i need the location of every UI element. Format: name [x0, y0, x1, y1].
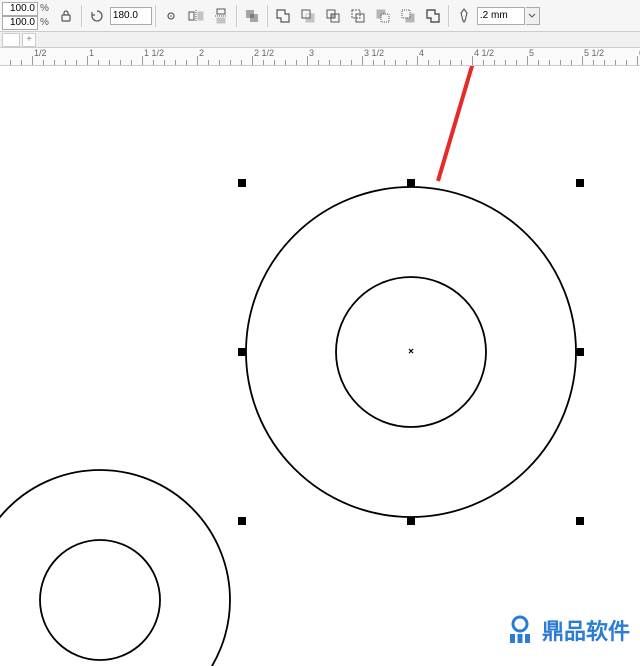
selection-handle[interactable] — [576, 517, 584, 525]
selection-handle[interactable] — [576, 179, 584, 187]
watermark-text: 鼎品软件 — [542, 614, 630, 646]
stroke-width-dropdown[interactable] — [526, 7, 540, 25]
stroke-width-input[interactable] — [477, 7, 525, 25]
separator — [81, 5, 82, 27]
scale-y-input[interactable] — [2, 16, 38, 30]
separator — [155, 5, 156, 27]
separator — [267, 5, 268, 27]
mirror-vertical-icon — [214, 8, 228, 24]
simplify-icon — [350, 8, 366, 24]
mirror-horizontal-icon — [188, 9, 204, 23]
outline-pen-button[interactable] — [452, 4, 476, 28]
scale-inputs — [2, 2, 38, 30]
simplify-button[interactable] — [346, 4, 370, 28]
rotation-input[interactable] — [110, 7, 152, 25]
ring2-outer[interactable] — [0, 470, 230, 666]
selection-handle[interactable] — [407, 517, 415, 525]
intersect-icon — [325, 8, 341, 24]
tab-current[interactable] — [2, 33, 20, 47]
percent-label-y: % — [40, 16, 49, 30]
front-minus-back-icon — [375, 8, 391, 24]
scale-x-input[interactable] — [2, 2, 38, 16]
selection-handle[interactable] — [238, 517, 246, 525]
trim-button[interactable] — [296, 4, 320, 28]
canvas-svg — [0, 66, 640, 666]
selection-handle[interactable] — [576, 348, 584, 356]
drawing-canvas[interactable]: × — [0, 66, 640, 660]
mirror-vertical-button[interactable] — [209, 4, 233, 28]
selection-handle[interactable] — [238, 348, 246, 356]
combine-icon — [244, 8, 260, 24]
rotate-icon — [90, 9, 104, 23]
watermark-logo-icon — [504, 614, 536, 646]
percent-label-x: % — [40, 2, 49, 16]
trim-icon — [300, 8, 316, 24]
weld-button[interactable] — [271, 4, 295, 28]
lock-ratio-button[interactable] — [54, 4, 78, 28]
chevron-down-icon — [528, 13, 536, 19]
watermark: 鼎品软件 — [504, 614, 630, 646]
tab-add-button[interactable]: + — [22, 33, 36, 47]
snap-point-icon — [164, 9, 178, 23]
selection-handle[interactable] — [238, 179, 246, 187]
weld-icon — [275, 8, 291, 24]
horizontal-ruler[interactable]: 1/211 1/222 1/233 1/244 1/255 1/26 — [0, 48, 640, 66]
rotate-button[interactable] — [85, 4, 109, 28]
snap-point-button[interactable] — [159, 4, 183, 28]
document-tabs: + — [0, 32, 640, 48]
selection-handle[interactable] — [407, 179, 415, 187]
separator — [236, 5, 237, 27]
intersect-button[interactable] — [321, 4, 345, 28]
selection-center-mark: × — [408, 347, 414, 358]
outline-pen-icon — [457, 8, 471, 24]
create-boundary-icon — [425, 8, 441, 24]
back-minus-front-button[interactable] — [396, 4, 420, 28]
create-boundary-button[interactable] — [421, 4, 445, 28]
separator — [448, 5, 449, 27]
ring2-inner[interactable] — [40, 540, 160, 660]
percent-labels: % % — [39, 2, 53, 30]
front-minus-back-button[interactable] — [371, 4, 395, 28]
lock-icon — [59, 9, 73, 23]
mirror-horizontal-button[interactable] — [184, 4, 208, 28]
combine-button[interactable] — [240, 4, 264, 28]
back-minus-front-icon — [400, 8, 416, 24]
property-toolbar: % % — [0, 0, 640, 32]
